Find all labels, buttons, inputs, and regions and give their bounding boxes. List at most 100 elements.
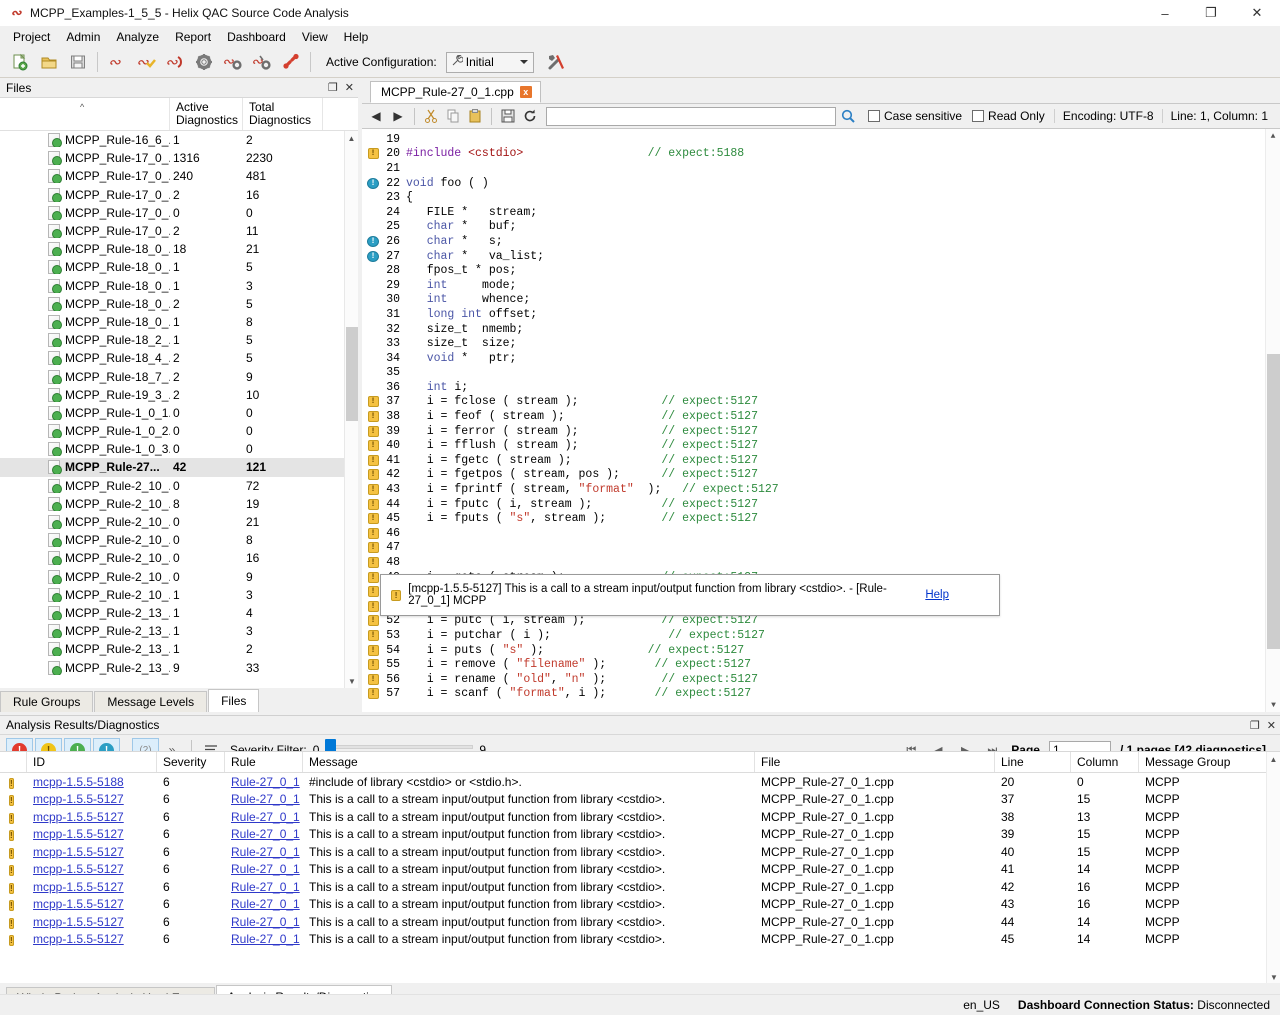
grid-col-id[interactable]: ID bbox=[27, 752, 157, 772]
diagnostic-help-link[interactable]: Help bbox=[925, 589, 949, 601]
find-input[interactable] bbox=[546, 106, 836, 126]
table-row[interactable]: ! mcpp-1.5.5-5127 6 Rule-27_0_1 This is a ca… bbox=[0, 843, 1280, 861]
row-id-link[interactable]: mcpp-1.5.5-5127 bbox=[33, 827, 124, 841]
code-scroll-up-icon[interactable]: ▲ bbox=[1266, 129, 1280, 143]
case-sensitive-box[interactable] bbox=[868, 110, 880, 122]
menu-report[interactable]: Report bbox=[167, 28, 219, 46]
row-id[interactable]: mcpp-1.5.5-5127 bbox=[27, 932, 157, 946]
row-id-link[interactable]: mcpp-1.5.5-5127 bbox=[33, 845, 124, 859]
row-rule[interactable]: Rule-27_0_1 bbox=[225, 862, 303, 876]
save-icon[interactable] bbox=[498, 106, 518, 126]
menu-view[interactable]: View bbox=[294, 28, 336, 46]
row-rule[interactable]: Rule-27_0_1 bbox=[225, 915, 303, 929]
grid-scroll-up-icon[interactable]: ▲ bbox=[1267, 752, 1280, 766]
code-line-marker[interactable]: ! bbox=[366, 542, 380, 554]
grid-col-message[interactable]: Message bbox=[303, 752, 755, 772]
table-row[interactable]: ! mcpp-1.5.5-5127 6 Rule-27_0_1 This is a ca… bbox=[0, 861, 1280, 879]
code-line-marker[interactable]: ! bbox=[366, 177, 380, 189]
files-tree[interactable]: MCPP_Rule-16_6_... 1 2 MCPP_Rule-17_0_... 13… bbox=[0, 131, 358, 688]
code-line-marker[interactable]: ! bbox=[366, 440, 380, 452]
table-row[interactable]: ! mcpp-1.5.5-5127 6 Rule-27_0_1 This is a ca… bbox=[0, 826, 1280, 844]
row-id[interactable]: mcpp-1.5.5-5127 bbox=[27, 915, 157, 929]
tab-files[interactable]: Files bbox=[208, 689, 260, 712]
grid-col-column[interactable]: Column bbox=[1071, 752, 1139, 772]
code-line-marker[interactable]: ! bbox=[366, 527, 380, 539]
grid-scroll-down-icon[interactable]: ▼ bbox=[1268, 970, 1280, 983]
close-button[interactable]: ✕ bbox=[1234, 0, 1280, 26]
row-id[interactable]: mcpp-1.5.5-5127 bbox=[27, 792, 157, 806]
save-project-icon[interactable] bbox=[64, 49, 92, 75]
row-rule[interactable]: Rule-27_0_1 bbox=[225, 880, 303, 894]
file-tree-row[interactable]: MCPP_Rule-1_0_3... 0 0 bbox=[0, 440, 358, 458]
file-tree-row[interactable]: MCPP_Rule-17_0_... 2 16 bbox=[0, 186, 358, 204]
row-rule[interactable]: Rule-27_0_1 bbox=[225, 932, 303, 946]
search-icon[interactable] bbox=[838, 106, 858, 126]
files-col-total[interactable]: Total Diagnostics bbox=[243, 98, 323, 130]
row-rule-link[interactable]: Rule-27_0_1 bbox=[231, 810, 300, 824]
code-line-marker[interactable]: ! bbox=[366, 454, 380, 466]
code-line-marker[interactable]: ! bbox=[366, 425, 380, 437]
file-tree-row[interactable]: MCPP_Rule-18_0_... 1 5 bbox=[0, 258, 358, 276]
new-project-icon[interactable] bbox=[6, 49, 34, 75]
code-line-marker[interactable]: ! bbox=[366, 557, 380, 569]
files-panel-float-button[interactable]: ❐ bbox=[328, 81, 338, 94]
code-line-marker[interactable]: ! bbox=[366, 469, 380, 481]
table-row[interactable]: ! mcpp-1.5.5-5127 6 Rule-27_0_1 This is a ca… bbox=[0, 913, 1280, 931]
menu-help[interactable]: Help bbox=[336, 28, 377, 46]
code-line-marker[interactable]: ! bbox=[366, 688, 380, 700]
file-tree-row[interactable]: MCPP_Rule-2_10_... 8 19 bbox=[0, 495, 358, 513]
analyze-run-icon[interactable]: ∾ bbox=[161, 49, 189, 75]
results-panel-float-button[interactable]: ❐ bbox=[1250, 719, 1260, 732]
nav-back-icon[interactable]: ◀ bbox=[366, 106, 386, 126]
analyze-config-icon[interactable]: ∾ bbox=[248, 49, 276, 75]
row-rule-link[interactable]: Rule-27_0_1 bbox=[231, 775, 300, 789]
maximize-button[interactable]: ❐ bbox=[1188, 0, 1234, 26]
chevron-down-icon[interactable] bbox=[519, 60, 528, 64]
row-rule-link[interactable]: Rule-27_0_1 bbox=[231, 880, 300, 894]
row-rule[interactable]: Rule-27_0_1 bbox=[225, 897, 303, 911]
file-tree-row[interactable]: MCPP_Rule-2_10_... 0 72 bbox=[0, 477, 358, 495]
files-scroll-down-icon[interactable]: ▼ bbox=[346, 674, 358, 688]
link-icon[interactable] bbox=[277, 49, 305, 75]
reload-icon[interactable] bbox=[520, 106, 540, 126]
file-tree-row[interactable]: MCPP_Rule-2_10_... 0 9 bbox=[0, 568, 358, 586]
row-rule[interactable]: Rule-27_0_1 bbox=[225, 845, 303, 859]
file-tree-row[interactable]: MCPP_Rule-16_6_... 1 2 bbox=[0, 131, 358, 149]
row-rule[interactable]: Rule-27_0_1 bbox=[225, 827, 303, 841]
row-rule-link[interactable]: Rule-27_0_1 bbox=[231, 897, 300, 911]
row-rule[interactable]: Rule-27_0_1 bbox=[225, 810, 303, 824]
read-only-box[interactable] bbox=[972, 110, 985, 122]
file-tree-row[interactable]: MCPP_Rule-18_0_... 1 3 bbox=[0, 277, 358, 295]
grid-col-file[interactable]: File bbox=[755, 752, 995, 772]
row-rule-link[interactable]: Rule-27_0_1 bbox=[231, 932, 300, 946]
table-row[interactable]: ! mcpp-1.5.5-5127 6 Rule-27_0_1 This is a ca… bbox=[0, 896, 1280, 914]
table-row[interactable]: ! mcpp-1.5.5-5127 6 Rule-27_0_1 This is a ca… bbox=[0, 878, 1280, 896]
tab-rule-groups[interactable]: Rule Groups bbox=[0, 691, 94, 712]
row-id[interactable]: mcpp-1.5.5-5127 bbox=[27, 810, 157, 824]
file-tree-row[interactable]: MCPP_Rule-18_7_... 2 9 bbox=[0, 367, 358, 385]
table-row[interactable]: ! mcpp-1.5.5-5188 6 Rule-27_0_1 #include of … bbox=[0, 773, 1280, 791]
row-id-link[interactable]: mcpp-1.5.5-5127 bbox=[33, 810, 124, 824]
file-tree-row[interactable]: MCPP_Rule-2_13_... 1 4 bbox=[0, 604, 358, 622]
diagnostics-grid-scrollbar[interactable]: ▲ ▼ bbox=[1266, 752, 1280, 983]
row-id-link[interactable]: mcpp-1.5.5-5127 bbox=[33, 932, 124, 946]
cut-icon[interactable] bbox=[421, 106, 441, 126]
file-tree-row[interactable]: MCPP_Rule-2_10_... 0 8 bbox=[0, 531, 358, 549]
analyze-icon[interactable]: ∾ bbox=[103, 49, 131, 75]
tools-icon[interactable] bbox=[543, 49, 571, 75]
code-editor[interactable]: 19! 20 #include <cstdio> // expect:5188 21!… bbox=[362, 129, 1280, 712]
file-tree-row[interactable]: MCPP_Rule-27... 42 121 bbox=[0, 458, 358, 477]
diagnostic-tooltip[interactable]: ! [mcpp-1.5.5-5127] This is a call to a … bbox=[380, 574, 1000, 616]
grid-col-message-group[interactable]: Message Group bbox=[1139, 752, 1280, 772]
row-id[interactable]: mcpp-1.5.5-5127 bbox=[27, 827, 157, 841]
row-rule-link[interactable]: Rule-27_0_1 bbox=[231, 792, 300, 806]
code-line-marker[interactable]: ! bbox=[366, 615, 380, 627]
grid-col-severity[interactable]: Severity bbox=[157, 752, 225, 772]
code-line-marker[interactable]: ! bbox=[366, 396, 380, 408]
analyze-settings-icon[interactable]: ∾ bbox=[219, 49, 247, 75]
code-line-marker[interactable]: ! bbox=[366, 629, 380, 641]
grid-col-line[interactable]: Line bbox=[995, 752, 1071, 772]
code-line-marker[interactable]: ! bbox=[366, 411, 380, 423]
file-tree-row[interactable]: MCPP_Rule-2_10_... 0 21 bbox=[0, 513, 358, 531]
files-panel-close-button[interactable]: ✕ bbox=[345, 81, 354, 94]
